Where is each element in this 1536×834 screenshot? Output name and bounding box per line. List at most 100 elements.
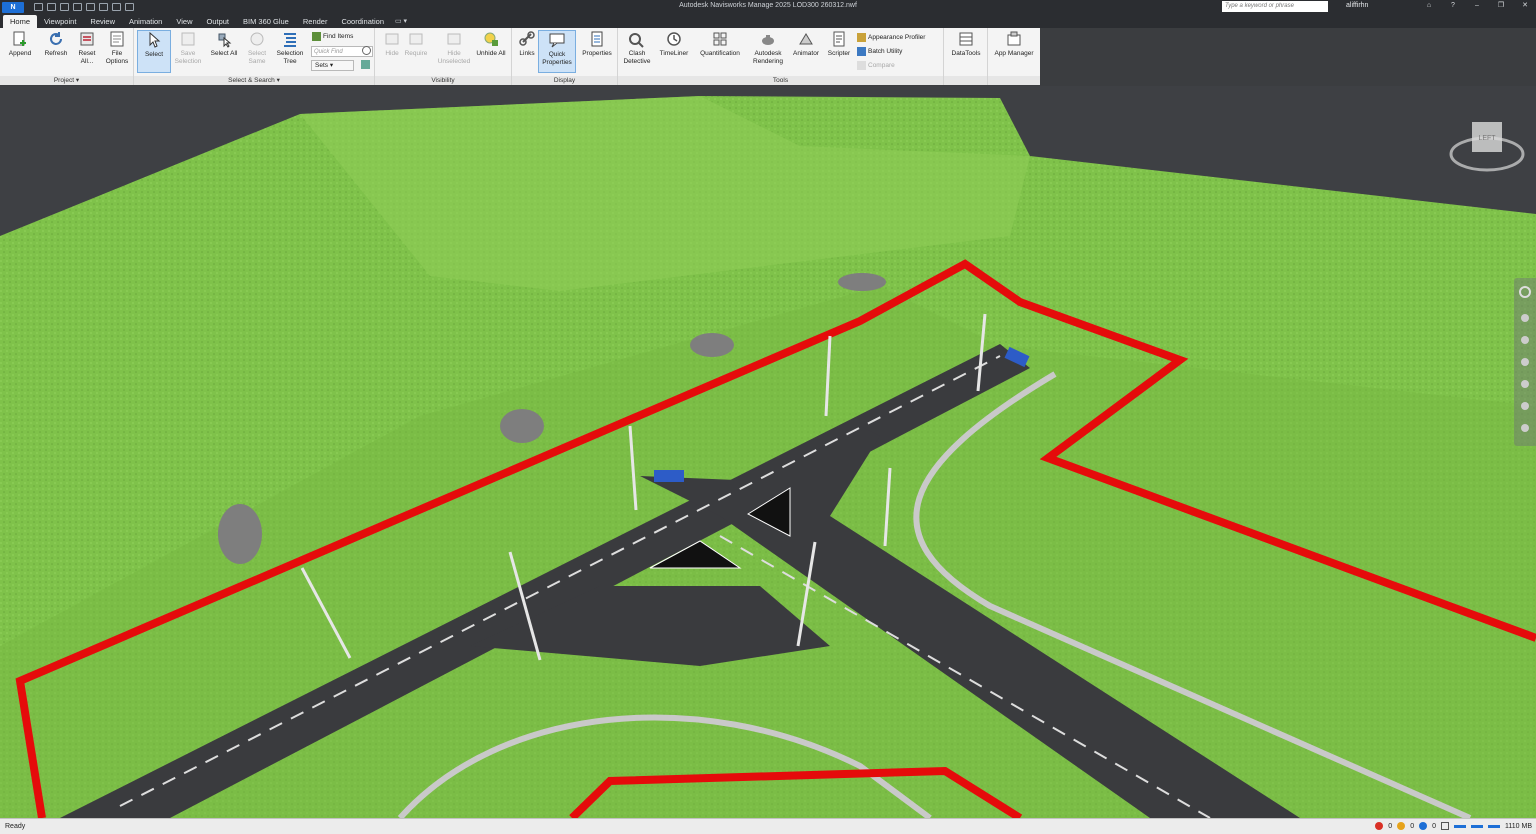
datatools-label: DataTools [951, 50, 981, 57]
quick-find-search-icon[interactable] [362, 46, 371, 55]
new-file-icon[interactable] [34, 3, 43, 11]
panel-app-manager: App Manager [988, 28, 1040, 85]
panel-project-label[interactable]: Project ▾ [0, 76, 133, 85]
app-manager-label: App Manager [994, 50, 1034, 57]
tab-output[interactable]: Output [199, 15, 236, 28]
scene-3d-model[interactable] [0, 86, 1536, 818]
clash-detective-label: Clash Detective [623, 50, 651, 65]
sets-dropdown[interactable]: Sets ▾ [311, 60, 354, 71]
tab-review[interactable]: Review [83, 15, 122, 28]
tab-bim360-glue[interactable]: BIM 360 Glue [236, 15, 296, 28]
datatools-button[interactable]: DataTools [948, 30, 984, 58]
append-button[interactable]: Append [5, 30, 35, 58]
select-button[interactable]: Select [137, 30, 171, 73]
quick-properties-button[interactable]: Quick Properties [538, 30, 576, 73]
help-icon[interactable]: ? [1446, 2, 1460, 9]
navigation-tools [1519, 286, 1531, 432]
quick-properties-label: Quick Properties [542, 51, 572, 66]
appearance-profiler-button[interactable]: Appearance Profiler [857, 33, 925, 42]
select-cursor-icon[interactable] [125, 3, 134, 11]
save-icon[interactable] [60, 3, 69, 11]
autodesk-rendering-button[interactable]: Autodesk Rendering [748, 30, 788, 66]
status-text: Ready [5, 823, 26, 830]
tab-view[interactable]: View [169, 15, 199, 28]
memory-bar-3 [1488, 824, 1501, 828]
tab-viewpoint[interactable]: Viewpoint [37, 15, 83, 28]
tab-render[interactable]: Render [296, 15, 335, 28]
panel-tools: Clash Detective TimeLiner Quantification… [618, 28, 944, 85]
quantification-icon [713, 32, 727, 46]
panel-select-search-label[interactable]: Select & Search ▾ [134, 76, 374, 85]
manage-sets-button[interactable] [361, 60, 370, 69]
panel-datatools: DataTools [944, 28, 988, 85]
scripter-button[interactable]: Scripter [823, 30, 855, 58]
compare-label: Compare [868, 62, 895, 69]
save-selection-button[interactable]: Save Selection [173, 30, 203, 66]
status-right: 0 0 0 1110 MB [1375, 822, 1532, 830]
open-file-icon[interactable] [47, 3, 56, 11]
panel-project: Append Refresh Reset All... File Options… [0, 28, 134, 85]
navigation-bar[interactable] [1514, 278, 1536, 446]
restore-button[interactable]: ❐ [1494, 1, 1508, 9]
print-icon[interactable] [73, 3, 82, 11]
compare-button[interactable]: Compare [857, 61, 895, 70]
panel-display-label: Display [512, 76, 617, 85]
file-options-button[interactable]: File Options [102, 30, 132, 66]
info-count: 0 [1432, 822, 1437, 830]
appearance-profiler-icon [857, 33, 866, 42]
select-all-button[interactable]: Select All [209, 30, 239, 58]
batch-utility-icon [857, 47, 866, 56]
viewcube-face-label: LEFT [1478, 135, 1496, 142]
tab-coordination[interactable]: Coordination [334, 15, 391, 28]
ribbon-options-icon[interactable]: ▭ ▾ [395, 15, 407, 28]
refresh-button[interactable]: Refresh [41, 30, 71, 58]
selection-tree-button[interactable]: Selection Tree [275, 30, 305, 66]
tab-animation[interactable]: Animation [122, 15, 169, 28]
manage-sets-icon [361, 60, 370, 69]
memory-usage: 1110 MB [1505, 822, 1532, 830]
selection-tree-icon [284, 33, 296, 47]
quantification-button[interactable]: Quantification [694, 30, 746, 58]
file-options-label: File Options [105, 50, 129, 65]
properties-label: Properties [582, 50, 612, 57]
app-menu-button[interactable]: N [2, 1, 24, 13]
clash-detective-button[interactable]: Clash Detective [620, 30, 654, 66]
warning-icon [1397, 822, 1406, 830]
save-selection-label: Save Selection [174, 50, 202, 65]
scene-viewport[interactable]: LEFT [0, 86, 1536, 818]
reset-all-button[interactable]: Reset All... [72, 30, 102, 66]
help-search-input[interactable]: Type a keyword or phrase [1222, 1, 1328, 12]
viewcube[interactable]: LEFT [1446, 114, 1528, 182]
cart-icon[interactable]: ⌂ [1422, 2, 1436, 9]
error-count: 0 [1388, 822, 1393, 830]
close-button[interactable]: ✕ [1518, 1, 1532, 9]
refresh-icon[interactable] [112, 3, 121, 11]
animator-icon [799, 33, 813, 45]
timeliner-icon [667, 32, 681, 46]
animator-button[interactable]: Animator [788, 30, 824, 58]
find-items-button[interactable]: Find Items [312, 32, 353, 41]
timeliner-button[interactable]: TimeLiner [656, 30, 692, 58]
hide-unselected-label: Hide Unselected [437, 50, 471, 65]
batch-utility-button[interactable]: Batch Utility [857, 47, 902, 56]
unhide-all-button[interactable]: Unhide All [476, 30, 506, 58]
unhide-all-icon [484, 32, 498, 46]
sets-label: Sets [315, 62, 329, 69]
minimize-button[interactable]: – [1470, 2, 1484, 9]
hide-label: Hide [385, 50, 399, 57]
animator-label: Animator [792, 50, 819, 57]
compare-icon [857, 61, 866, 70]
scripter-label: Scripter [827, 50, 851, 57]
properties-button[interactable]: Properties [578, 30, 616, 58]
require-icon [409, 33, 423, 45]
status-bar: Ready 0 0 0 1110 MB [0, 818, 1536, 834]
sheet-icon[interactable] [1441, 822, 1450, 830]
require-button[interactable]: Require [401, 30, 431, 58]
redo-icon[interactable] [99, 3, 108, 11]
hide-unselected-button[interactable]: Hide Unselected [437, 30, 471, 66]
signed-in-user[interactable]: aliffirhn [1346, 2, 1368, 9]
app-manager-button[interactable]: App Manager [990, 30, 1038, 58]
select-same-button[interactable]: Select Same [242, 30, 272, 66]
undo-icon[interactable] [86, 3, 95, 11]
tab-home[interactable]: Home [3, 15, 38, 28]
